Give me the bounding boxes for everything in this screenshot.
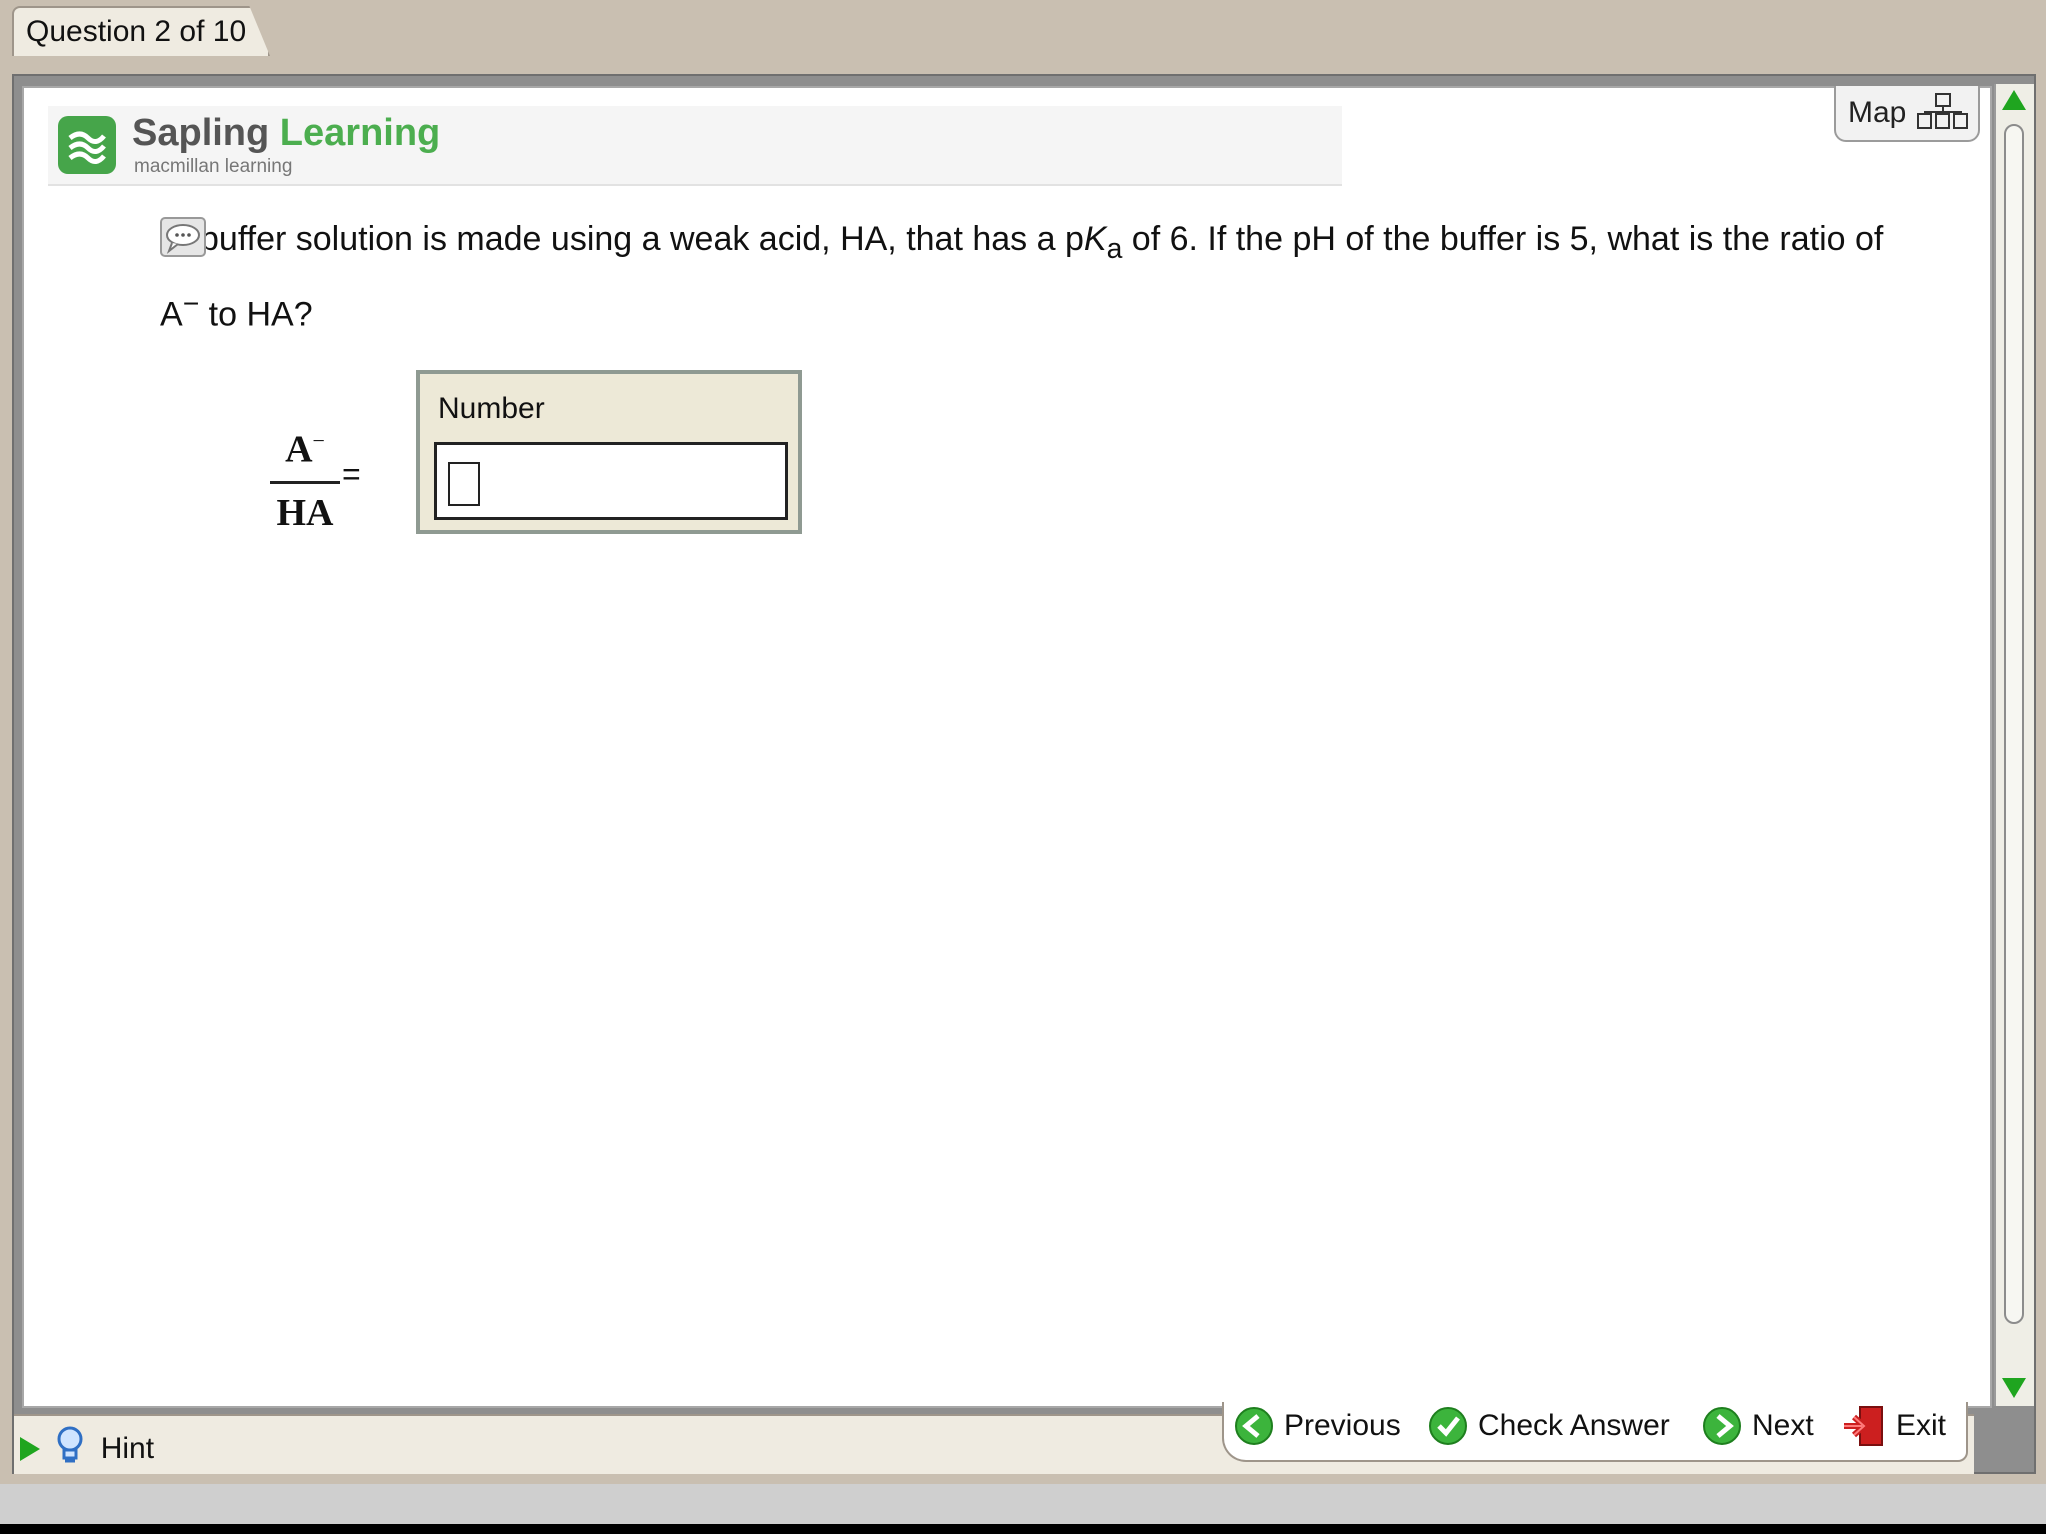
sapling-logo-icon xyxy=(58,116,116,174)
previous-button[interactable]: Previous xyxy=(1234,1404,1401,1448)
lightbulb-icon xyxy=(56,1426,84,1472)
scroll-down-arrow-icon[interactable] xyxy=(2002,1378,2026,1398)
ratio-fraction: A− HA xyxy=(270,418,340,536)
exit-button[interactable]: Exit xyxy=(1842,1404,1946,1448)
answer-label: Number xyxy=(438,392,545,425)
equals-sign: = xyxy=(342,456,361,492)
brand-header: Sapling Learning macmillan learning xyxy=(48,106,1342,186)
screen-edge xyxy=(0,1524,2046,1534)
answer-box: Number xyxy=(416,370,802,534)
map-label: Map xyxy=(1848,96,1907,129)
exit-label: Exit xyxy=(1896,1409,1947,1442)
map-button[interactable]: Map xyxy=(1834,86,1980,142)
scrollbar[interactable] xyxy=(1994,84,2034,1406)
previous-label: Previous xyxy=(1284,1409,1401,1442)
fraction-denominator: HA xyxy=(276,491,334,534)
input-cursor-box xyxy=(448,462,480,506)
question-tab[interactable]: Question 2 of 10 xyxy=(12,6,270,56)
brand-name: Sapling Learning xyxy=(132,112,441,154)
comment-bubble-icon[interactable] xyxy=(160,217,206,258)
scroll-up-arrow-icon[interactable] xyxy=(2002,90,2026,110)
question-text: buffer solution is made using a weak aci… xyxy=(160,212,1900,342)
hint-button[interactable]: Hint xyxy=(20,1426,154,1466)
scroll-track[interactable] xyxy=(2004,124,2024,1324)
fraction-bar xyxy=(270,480,340,484)
fraction-numerator: A− xyxy=(285,428,325,471)
next-arrow-icon xyxy=(1703,1407,1741,1445)
next-button[interactable]: Next xyxy=(1702,1404,1814,1448)
brand-subtitle: macmillan learning xyxy=(134,156,293,177)
hint-label: Hint xyxy=(100,1432,155,1465)
sitemap-icon xyxy=(1916,92,1972,137)
exit-door-icon xyxy=(1844,1406,1883,1446)
window-footer xyxy=(0,1484,2046,1524)
previous-arrow-icon xyxy=(1235,1407,1273,1445)
checkmark-icon xyxy=(1429,1407,1467,1445)
next-label: Next xyxy=(1752,1409,1814,1442)
question-tab-label: Question 2 of 10 xyxy=(26,15,247,48)
check-answer-button[interactable]: Check Answer xyxy=(1428,1404,1670,1448)
number-input[interactable] xyxy=(434,442,788,520)
check-answer-label: Check Answer xyxy=(1478,1409,1670,1442)
play-arrow-icon xyxy=(20,1437,40,1461)
